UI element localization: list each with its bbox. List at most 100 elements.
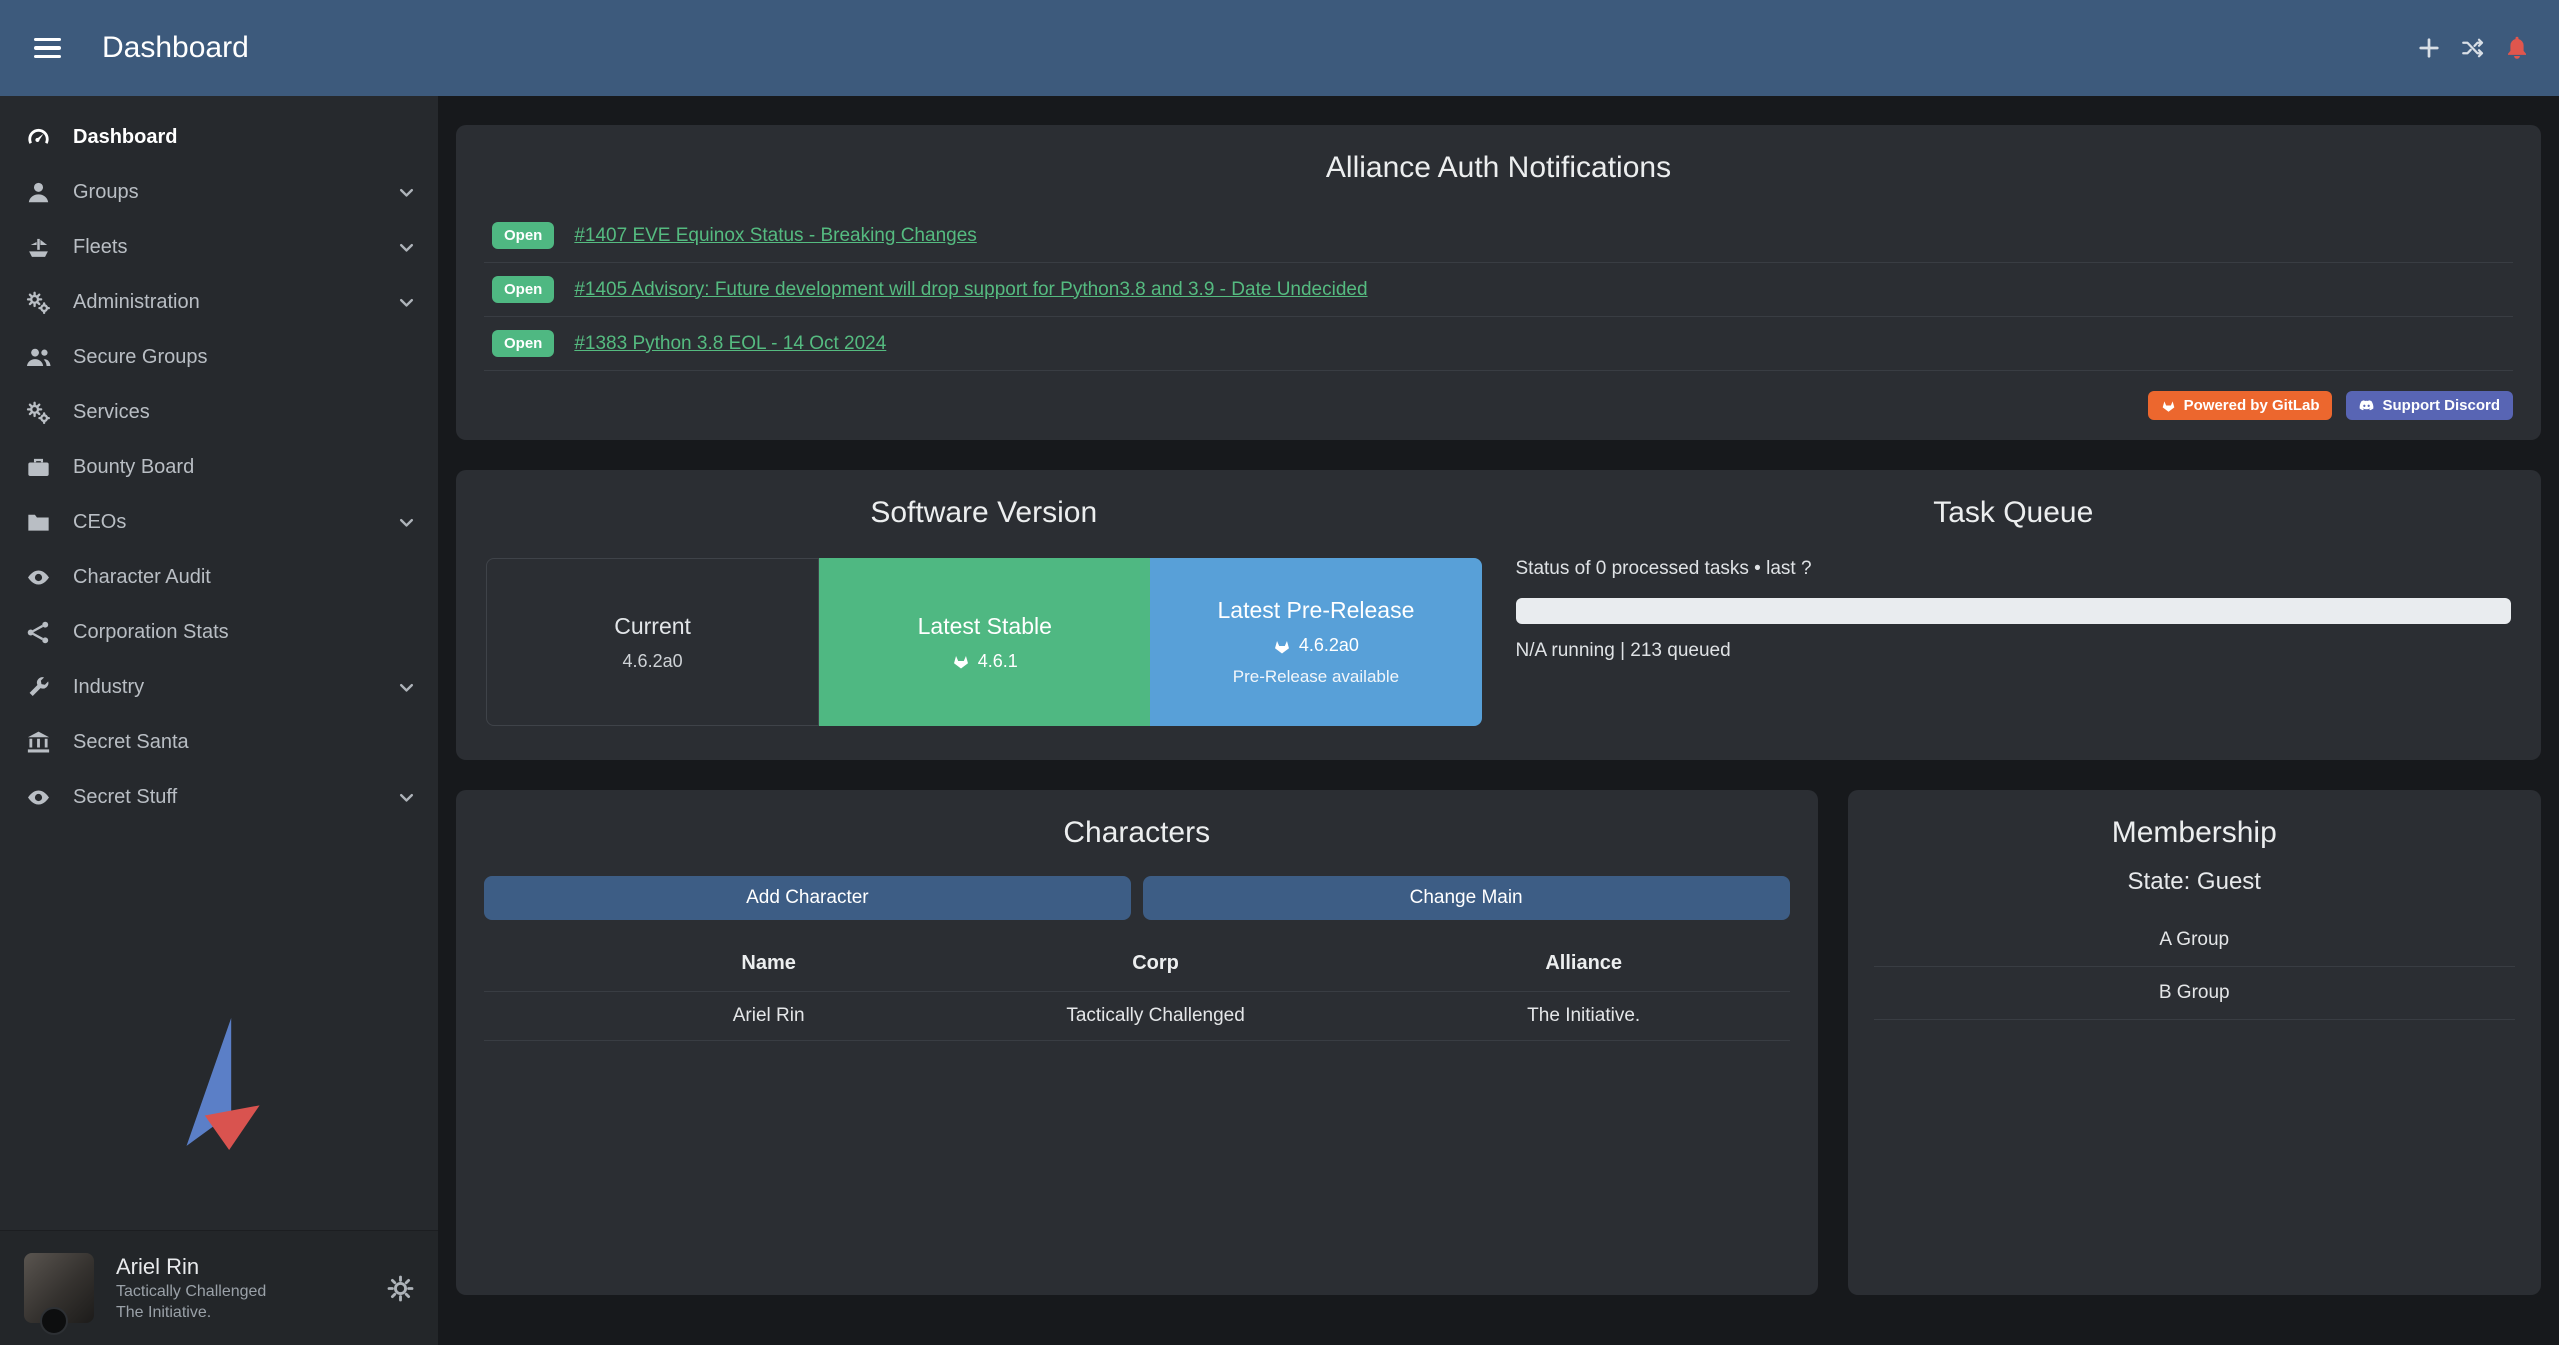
sidebar-item-label: Dashboard — [73, 126, 177, 149]
characters-panel: Characters Add Character Change Main Nam… — [456, 790, 1818, 1295]
sidebar-item-secure-groups[interactable]: Secure Groups — [0, 330, 438, 385]
notifications-panel: Alliance Auth Notifications Open #1407 E… — [456, 125, 2541, 440]
app-root: Dashboard Dashboard Groups — [0, 0, 2559, 1345]
list-item: B Group — [1874, 967, 2516, 1020]
top-navbar: Dashboard — [0, 0, 2559, 96]
bell-icon[interactable] — [2505, 36, 2529, 60]
chevron-down-icon — [397, 678, 416, 697]
notification-row: Open #1383 Python 3.8 EOL - 14 Oct 2024 — [484, 317, 2513, 371]
gitlab-icon — [1273, 637, 1291, 655]
sidebar-item-groups[interactable]: Groups — [0, 165, 438, 220]
sidebar-item-fleets[interactable]: Fleets — [0, 220, 438, 275]
alliance-auth-logo — [0, 1016, 438, 1152]
building-icon — [26, 730, 51, 755]
folder-icon — [26, 510, 51, 535]
latest-stable-box[interactable]: Latest Stable 4.6.1 — [819, 558, 1150, 726]
add-character-button[interactable]: Add Character — [484, 876, 1131, 920]
gear-icon[interactable] — [387, 1275, 414, 1302]
sidebar-item-industry[interactable]: Industry — [0, 660, 438, 715]
sidebar-item-dashboard[interactable]: Dashboard — [0, 110, 438, 165]
chevron-down-icon — [397, 293, 416, 312]
sidebar-item-label: Administration — [73, 291, 200, 314]
character-alliance: The Initiative. — [1378, 1005, 1790, 1027]
sidebar-item-bounty-board[interactable]: Bounty Board — [0, 440, 438, 495]
sidebar-item-ceos[interactable]: CEOs — [0, 495, 438, 550]
gitlab-icon — [952, 652, 970, 670]
navbar-actions — [2417, 36, 2529, 60]
column-header-corp: Corp — [933, 952, 1378, 975]
user-alliance: The Initiative. — [116, 1304, 266, 1322]
cogs-icon — [26, 400, 51, 425]
notifications-title: Alliance Auth Notifications — [484, 151, 2513, 185]
notifications-footer: Powered by GitLab Support Discord — [484, 391, 2513, 420]
share-icon — [26, 620, 51, 645]
user-icon — [26, 180, 51, 205]
latest-prerelease-label: Latest Pre-Release — [1217, 597, 1414, 624]
software-version-title: Software Version — [486, 496, 1482, 530]
sidebar-item-label: Secret Stuff — [73, 786, 177, 809]
characters-table-header: Name Corp Alliance — [484, 944, 1790, 991]
main-content: Alliance Auth Notifications Open #1407 E… — [438, 96, 2559, 1345]
eye-icon — [26, 565, 51, 590]
sidebar-item-character-audit[interactable]: Character Audit — [0, 550, 438, 605]
chevron-down-icon — [397, 238, 416, 257]
sidebar-item-label: Groups — [73, 181, 139, 204]
shuffle-icon[interactable] — [2461, 36, 2485, 60]
sidebar-item-label: Fleets — [73, 236, 127, 259]
notification-link[interactable]: #1407 EVE Equinox Status - Breaking Chan… — [574, 225, 976, 247]
gitlab-icon — [2161, 398, 2176, 413]
gitlab-badge-label: Powered by GitLab — [2184, 397, 2320, 414]
notification-link[interactable]: #1383 Python 3.8 EOL - 14 Oct 2024 — [574, 333, 886, 355]
status-badge: Open — [492, 330, 554, 357]
sidebar-item-label: Secure Groups — [73, 346, 208, 369]
column-header-name: Name — [604, 952, 933, 975]
users-icon — [26, 345, 51, 370]
tachometer-icon — [26, 125, 51, 150]
task-queue-counts: N/A running | 213 queued — [1516, 640, 2512, 662]
task-progress-bar — [1516, 598, 2512, 624]
corp-logo-badge — [40, 1307, 68, 1335]
chevron-down-icon — [397, 513, 416, 532]
current-version-value: 4.6.2a0 — [623, 651, 683, 672]
task-queue-title: Task Queue — [1516, 496, 2512, 530]
menu-icon[interactable] — [24, 25, 70, 71]
sidebar-item-secret-stuff[interactable]: Secret Stuff — [0, 770, 438, 825]
user-footer: Ariel Rin Tactically Challenged The Init… — [0, 1230, 438, 1345]
membership-state: State: Guest — [1874, 868, 2516, 896]
page-title: Dashboard — [102, 31, 249, 65]
status-panel: Software Version Current 4.6.2a0 Latest … — [456, 470, 2541, 760]
latest-prerelease-box[interactable]: Latest Pre-Release 4.6.2a0 Pre-Release a… — [1150, 558, 1481, 726]
characters-table: Name Corp Alliance Ariel Rin Tactically … — [484, 944, 1790, 1041]
sidebar-item-administration[interactable]: Administration — [0, 275, 438, 330]
notification-link[interactable]: #1405 Advisory: Future development will … — [574, 279, 1367, 301]
latest-stable-value: 4.6.1 — [978, 651, 1018, 672]
list-item: A Group — [1874, 914, 2516, 967]
gears-icon — [26, 290, 51, 315]
change-main-button[interactable]: Change Main — [1143, 876, 1790, 920]
notification-row: Open #1407 EVE Equinox Status - Breaking… — [484, 209, 2513, 263]
plus-icon[interactable] — [2417, 36, 2441, 60]
sidebar-item-secret-santa[interactable]: Secret Santa — [0, 715, 438, 770]
chevron-down-icon — [397, 788, 416, 807]
user-info: Ariel Rin Tactically Challenged The Init… — [116, 1254, 266, 1322]
software-version-section: Software Version Current 4.6.2a0 Latest … — [486, 496, 1482, 726]
discord-badge[interactable]: Support Discord — [2346, 391, 2513, 420]
gitlab-badge[interactable]: Powered by GitLab — [2148, 391, 2333, 420]
prerelease-note: Pre-Release available — [1233, 667, 1399, 687]
sidebar-item-label: CEOs — [73, 511, 126, 534]
characters-title: Characters — [476, 816, 1798, 850]
fleet-icon — [26, 235, 51, 260]
membership-title: Membership — [1874, 816, 2516, 850]
sidebar-item-label: Secret Santa — [73, 731, 189, 754]
task-queue-status: Status of 0 processed tasks • last ? — [1516, 558, 2512, 580]
user-avatar — [24, 1253, 94, 1323]
task-queue-section: Task Queue Status of 0 processed tasks •… — [1516, 496, 2512, 726]
sidebar-item-services[interactable]: Services — [0, 385, 438, 440]
wrench-icon — [26, 675, 51, 700]
user-name: Ariel Rin — [116, 1254, 266, 1280]
briefcase-icon — [26, 455, 51, 480]
sidebar-item-corporation-stats[interactable]: Corporation Stats — [0, 605, 438, 660]
eye-icon — [26, 785, 51, 810]
discord-badge-label: Support Discord — [2382, 397, 2500, 414]
user-corp: Tactically Challenged — [116, 1283, 266, 1301]
